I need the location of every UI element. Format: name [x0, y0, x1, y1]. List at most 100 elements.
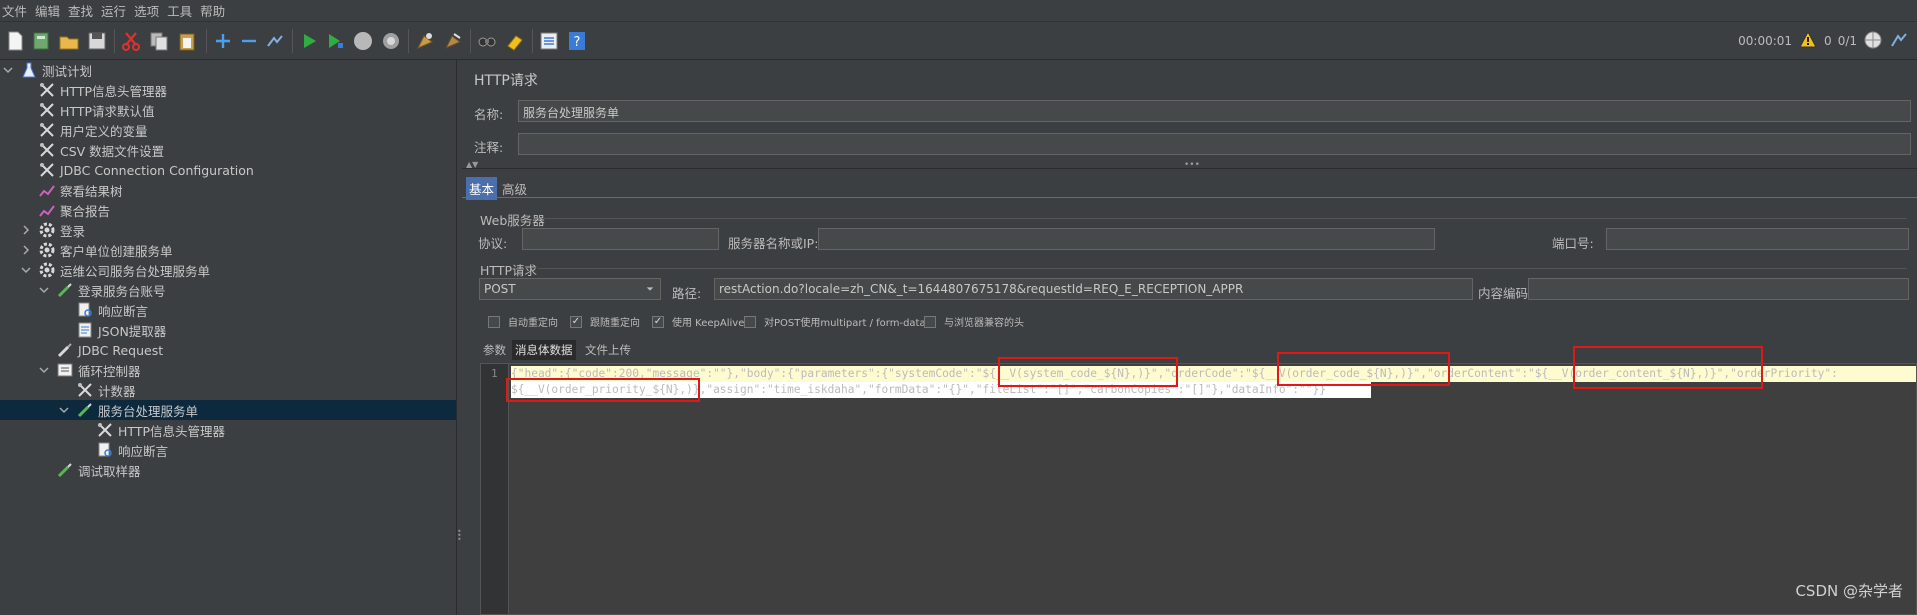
tree-node-jdbc-request[interactable]: JDBC Request: [56, 340, 163, 360]
watermark: CSDN @杂学者: [1795, 582, 1903, 600]
chevron-right-icon[interactable]: [20, 224, 32, 236]
tree-node-debug-sampler[interactable]: 调试取样器: [56, 460, 141, 480]
tree-node-counter[interactable]: 计数器: [76, 380, 136, 400]
checkbox-box[interactable]: [744, 315, 756, 328]
tree-node-ops-desk-process[interactable]: 运维公司服务台处理服务单: [20, 260, 210, 280]
save-icon[interactable]: [84, 28, 110, 54]
collapse-icon[interactable]: [236, 28, 262, 54]
chevron-right-icon[interactable]: [20, 244, 32, 256]
auto-redirect-checkbox[interactable]: 自动重定向: [488, 314, 558, 329]
encoding-field[interactable]: [1528, 278, 1909, 300]
menu-run[interactable]: 运行: [99, 1, 132, 20]
tree-node-user-variables[interactable]: 用户定义的变量: [38, 120, 148, 140]
comment-field[interactable]: [518, 133, 1911, 155]
wrench-icon: [38, 121, 56, 139]
tab-body-data[interactable]: 消息体数据: [512, 340, 576, 360]
help-icon[interactable]: ?: [564, 28, 590, 54]
tree-node-aggregate-report[interactable]: 聚合报告: [38, 200, 110, 220]
checkbox-label: 跟随重定向: [590, 318, 640, 329]
reset-search-icon[interactable]: [502, 28, 528, 54]
open-icon[interactable]: [56, 28, 82, 54]
expand-icon[interactable]: [210, 28, 236, 54]
tree-node-label: 响应断言: [118, 443, 169, 459]
browser-headers-checkbox[interactable]: 与浏览器兼容的头: [924, 314, 1024, 329]
chevron-down-icon[interactable]: [20, 264, 32, 276]
paste-icon[interactable]: [174, 28, 200, 54]
tree-node-desk-process-order[interactable]: 服务台处理服务单: [0, 400, 456, 420]
checkbox-box[interactable]: [488, 315, 500, 328]
chevron-down-icon[interactable]: [642, 281, 658, 297]
tree-node-results-tree[interactable]: 察看结果树: [38, 180, 123, 200]
tree-node-label: HTTP请求默认值: [60, 103, 155, 119]
menu-options[interactable]: 选项: [132, 1, 165, 20]
method-select[interactable]: POST: [479, 278, 661, 300]
tree-node-jdbc-config[interactable]: JDBC Connection Configuration: [38, 160, 254, 180]
tree-node-header-manager-2[interactable]: HTTP信息头管理器: [96, 420, 225, 440]
tree-node-response-assertion[interactable]: 响应断言: [76, 300, 148, 320]
clear-all-icon[interactable]: [440, 28, 466, 54]
menu-file[interactable]: 文件: [0, 1, 33, 20]
protocol-field[interactable]: [522, 228, 719, 250]
server-field[interactable]: [818, 228, 1435, 250]
tree-node-label: 登录: [60, 223, 86, 239]
toggle-icon[interactable]: [262, 28, 288, 54]
tree-node-json-extractor[interactable]: JSON提取器: [76, 320, 166, 340]
search-icon[interactable]: [474, 28, 500, 54]
tree-node-desk-login[interactable]: 登录服务台账号: [38, 280, 166, 300]
tree-node-label: 测试计划: [42, 63, 93, 79]
menu-help[interactable]: 帮助: [198, 1, 231, 20]
loop-icon: [56, 361, 74, 379]
doc-search-icon: [76, 301, 94, 319]
menu-search[interactable]: 查找: [66, 1, 99, 20]
cut-icon[interactable]: [118, 28, 144, 54]
function-helper-icon[interactable]: [536, 28, 562, 54]
shutdown-icon[interactable]: [378, 28, 404, 54]
chevron-down-icon[interactable]: [38, 284, 50, 296]
tree-node-response-assertion-2[interactable]: 响应断言: [96, 440, 168, 460]
tree-node-header-manager[interactable]: HTTP信息头管理器: [38, 80, 167, 100]
tree-node-client-create-order[interactable]: 客户单位创建服务单: [20, 240, 173, 260]
chevron-down-icon[interactable]: [2, 64, 14, 76]
menu-tools[interactable]: 工具: [165, 1, 198, 20]
tab-file-upload[interactable]: 文件上传: [582, 340, 634, 360]
chevron-down-icon[interactable]: [58, 404, 70, 416]
keepalive-checkbox[interactable]: ✓ 使用 KeepAlive: [652, 314, 744, 329]
new-icon[interactable]: [2, 28, 28, 54]
copy-icon[interactable]: [146, 28, 172, 54]
chevron-down-icon[interactable]: [38, 364, 50, 376]
log-icon[interactable]: [1889, 30, 1909, 53]
pipette-icon: [56, 461, 74, 479]
name-field[interactable]: 服务台处理服务单: [518, 100, 1911, 122]
warning-icon[interactable]: [1798, 30, 1818, 53]
templates-icon[interactable]: [28, 28, 54, 54]
comment-label: 注释:: [474, 140, 504, 155]
start-no-pause-icon[interactable]: [322, 28, 348, 54]
stop-icon[interactable]: [350, 28, 376, 54]
tree-node-label: JDBC Connection Configuration: [60, 162, 254, 178]
tree-node-loop-controller[interactable]: 循环控制器: [38, 360, 141, 380]
gear-icon: [38, 261, 56, 279]
checkbox-label: 使用 KeepAlive: [672, 318, 745, 329]
tree-node-http-defaults[interactable]: HTTP请求默认值: [38, 100, 155, 120]
pipette-icon: [56, 281, 74, 299]
tree-node-label: 客户单位创建服务单: [60, 243, 173, 259]
menu-edit[interactable]: 编辑: [33, 1, 66, 20]
start-icon[interactable]: [296, 28, 322, 54]
path-field[interactable]: restAction.do?locale=zh_CN&_t=1644807675…: [714, 278, 1473, 300]
clear-icon[interactable]: [412, 28, 438, 54]
multipart-checkbox[interactable]: 对POST使用multipart / form-data: [744, 314, 926, 329]
tree-node-label: 察看结果树: [60, 183, 123, 199]
tree-node-test-plan[interactable]: 测试计划: [2, 60, 92, 80]
checkbox-box[interactable]: [924, 315, 936, 328]
tab-parameters[interactable]: 参数: [480, 340, 509, 360]
tree-node-csv-config[interactable]: CSV 数据文件设置: [38, 140, 164, 160]
wrench-icon: [76, 381, 94, 399]
follow-redirect-checkbox[interactable]: ✓ 跟随重定向: [570, 314, 640, 329]
tree-node-login[interactable]: 登录: [20, 220, 85, 240]
name-label: 名称:: [474, 107, 504, 122]
checkmark-icon[interactable]: ✓: [652, 315, 664, 328]
splitter-grip-icon[interactable]: • • •: [457, 528, 462, 544]
port-field[interactable]: [1606, 228, 1909, 250]
checkmark-icon[interactable]: ✓: [570, 315, 582, 328]
status-globe-icon: [1863, 30, 1883, 53]
